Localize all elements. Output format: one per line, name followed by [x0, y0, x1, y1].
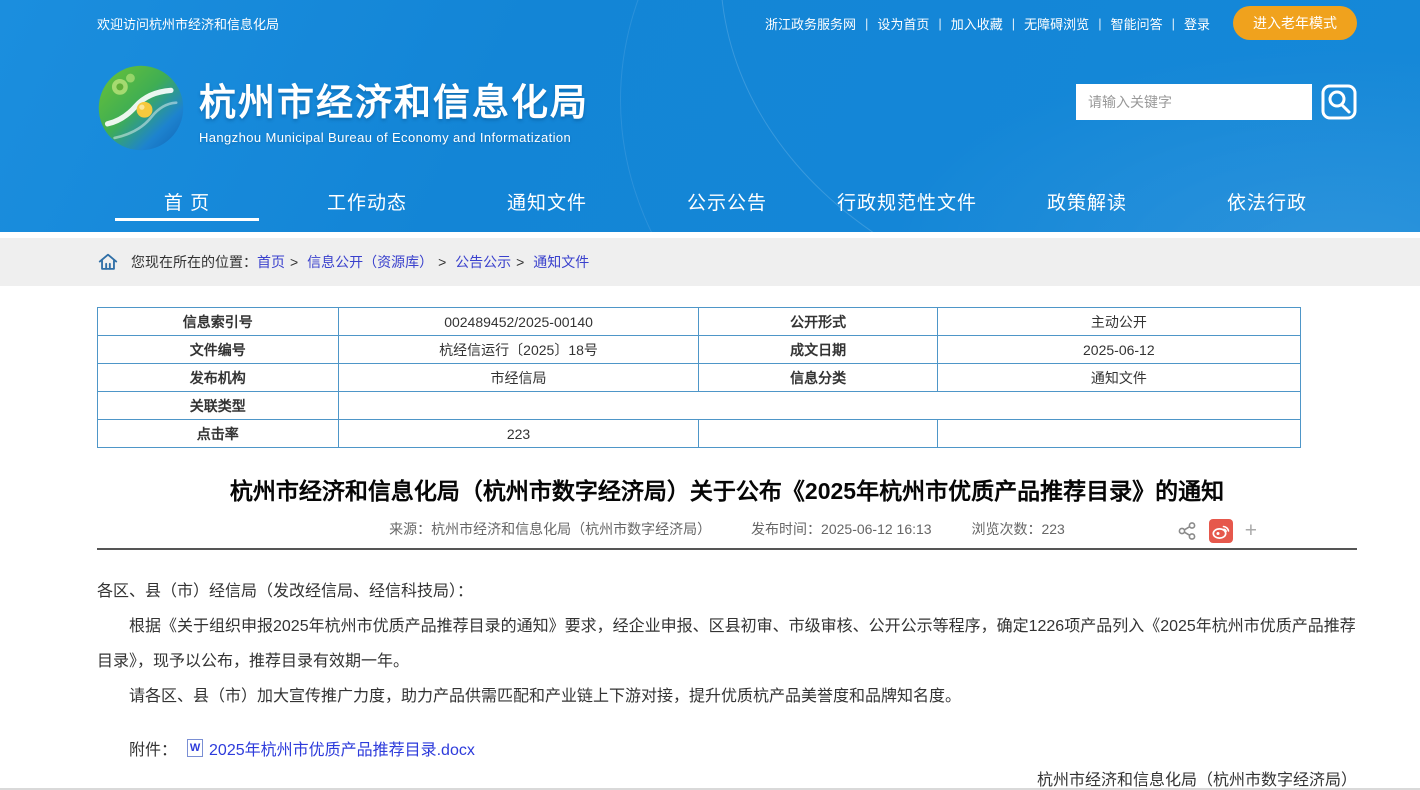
topbar-link-smart-qa[interactable]: 智能问答: [1111, 14, 1163, 33]
issue-date-label: 成文日期: [699, 336, 937, 364]
article-body: 各区、县（市）经信局（发改经信局、经信科技局）： 根据《关于组织申报2025年杭…: [97, 574, 1357, 714]
topbar-separator: |: [1012, 16, 1015, 31]
breadcrumb-link-info-disclosure[interactable]: 信息公开（资源库）: [307, 254, 433, 270]
table-row: 信息索引号 002489452/2025-00140 公开形式 主动公开: [98, 308, 1301, 336]
disclosure-form-value: 主动公开: [937, 308, 1300, 336]
document-number-value: 杭经信运行〔2025〕18号: [338, 336, 699, 364]
share-nodes-icon[interactable]: [1177, 521, 1197, 541]
topbar-link-set-homepage[interactable]: 设为首页: [877, 14, 929, 33]
info-category-label: 信息分类: [699, 364, 937, 392]
topbar: 欢迎访问杭州市经济和信息化局 浙江政务服务网 | 设为首页 | 加入收藏 | 无…: [97, 0, 1357, 46]
nav-active-underline: [115, 218, 259, 221]
document-number-label: 文件编号: [98, 336, 339, 364]
article-title: 杭州市经济和信息化局（杭州市数字经济局）关于公布《2025年杭州市优质产品推荐目…: [97, 476, 1357, 506]
nav-item-law-based-administration[interactable]: 依法行政: [1177, 170, 1357, 232]
publish-time-value: 2025-06-12 16:13: [821, 521, 932, 537]
topbar-separator: |: [1098, 16, 1101, 31]
topbar-links: 浙江政务服务网 | 设为首页 | 加入收藏 | 无障碍浏览 | 智能问答 | 登…: [765, 6, 1357, 40]
info-index-label: 信息索引号: [98, 308, 339, 336]
source-label: 来源：: [389, 521, 431, 537]
article-content: 信息索引号 002489452/2025-00140 公开形式 主动公开 文件编…: [97, 286, 1357, 790]
site-subtitle-english: Hangzhou Municipal Bureau of Economy and…: [199, 130, 589, 145]
topbar-separator: |: [865, 16, 868, 31]
attachment-link[interactable]: 2025年杭州市优质产品推荐目录.docx: [209, 736, 475, 760]
empty-cell: [699, 420, 937, 448]
breadcrumb: 您现在所在的位置： 首页 > 信息公开（资源库） > 公告公示 > 通知文件: [97, 238, 1357, 286]
breadcrumb-link-notice-documents[interactable]: 通知文件: [533, 254, 589, 270]
topbar-separator: |: [938, 16, 941, 31]
info-category-value: 通知文件: [937, 364, 1300, 392]
topbar-link-accessibility[interactable]: 无障碍浏览: [1024, 14, 1089, 33]
breadcrumb-separator: >: [516, 254, 524, 270]
issuing-agency-label: 发布机构: [98, 364, 339, 392]
click-rate-value: 223: [338, 420, 699, 448]
breadcrumb-separator: >: [438, 254, 446, 270]
search-icon: [1321, 84, 1357, 120]
nav-item-home[interactable]: 首 页: [97, 170, 277, 232]
views-label: 浏览次数：: [971, 521, 1041, 537]
nav-item-public-announcements[interactable]: 公示公告: [637, 170, 817, 232]
views-value: 223: [1041, 521, 1064, 537]
more-share-options-icon[interactable]: +: [1245, 521, 1257, 541]
search-input[interactable]: [1076, 84, 1312, 120]
table-row: 关联类型: [98, 392, 1301, 420]
site-header: 欢迎访问杭州市经济和信息化局 浙江政务服务网 | 设为首页 | 加入收藏 | 无…: [0, 0, 1420, 232]
nav-item-notice-documents[interactable]: 通知文件: [457, 170, 637, 232]
publish-time-field: 发布时间：2025-06-12 16:13: [751, 521, 932, 537]
weibo-share-icon[interactable]: [1209, 519, 1233, 543]
topbar-separator: |: [1172, 16, 1175, 31]
breadcrumb-prefix: 您现在所在的位置：: [131, 252, 257, 272]
topbar-link-login[interactable]: 登录: [1184, 14, 1210, 33]
elder-mode-button[interactable]: 进入老年模式: [1233, 6, 1357, 40]
disclosure-form-label: 公开形式: [699, 308, 937, 336]
article-signature: 杭州市经济和信息化局（杭州市数字经济局）: [97, 766, 1357, 790]
attachment-row: 附件： W 2025年杭州市优质产品推荐目录.docx: [97, 736, 1357, 760]
nav-item-administrative-normative-documents[interactable]: 行政规范性文件: [817, 170, 997, 232]
issue-date-value: 2025-06-12: [937, 336, 1300, 364]
main-navigation: 首 页 工作动态 通知文件 公示公告 行政规范性文件 政策解读: [97, 170, 1357, 232]
search-area: [1076, 84, 1357, 120]
article-meta: 来源：杭州市经济和信息化局（杭州市数字经济局） 发布时间：2025-06-12 …: [97, 519, 1357, 541]
attachment-label: 附件：: [129, 736, 177, 760]
table-row: 文件编号 杭经信运行〔2025〕18号 成文日期 2025-06-12: [98, 336, 1301, 364]
title-divider: [97, 548, 1357, 550]
table-row: 发布机构 市经信局 信息分类 通知文件: [98, 364, 1301, 392]
site-identity: 杭州市经济和信息化局 Hangzhou Municipal Bureau of …: [199, 72, 589, 145]
nav-item-policy-interpretation[interactable]: 政策解读: [997, 170, 1177, 232]
views-field: 浏览次数：223: [971, 521, 1064, 537]
article-paragraph: 各区、县（市）经信局（发改经信局、经信科技局）：: [97, 574, 1357, 609]
nav-item-work-dynamics[interactable]: 工作动态: [277, 170, 457, 232]
topbar-link-zhejiang-gov[interactable]: 浙江政务服务网: [765, 14, 856, 33]
info-index-value: 002489452/2025-00140: [338, 308, 699, 336]
source-value: 杭州市经济和信息化局（杭州市数字经济局）: [431, 521, 711, 537]
share-toolbar: +: [1177, 519, 1257, 543]
breadcrumb-bar: 您现在所在的位置： 首页 > 信息公开（资源库） > 公告公示 > 通知文件: [0, 238, 1420, 286]
welcome-text: 欢迎访问杭州市经济和信息化局: [97, 14, 279, 33]
site-title: 杭州市经济和信息化局: [199, 72, 589, 126]
related-type-value: [338, 392, 1300, 420]
topbar-link-add-favorite[interactable]: 加入收藏: [951, 14, 1003, 33]
publish-time-label: 发布时间：: [751, 521, 821, 537]
empty-cell: [937, 420, 1300, 448]
source-field: 来源：杭州市经济和信息化局（杭州市数字经济局）: [389, 521, 711, 537]
header-main: 杭州市经济和信息化局 Hangzhou Municipal Bureau of …: [97, 46, 1357, 170]
word-document-icon: W: [187, 739, 203, 757]
article-paragraph: 请各区、县（市）加大宣传推广力度，助力产品供需匹配和产业链上下游对接，提升优质杭…: [97, 679, 1357, 714]
home-icon[interactable]: [97, 251, 119, 273]
breadcrumb-link-home[interactable]: 首页: [257, 254, 285, 270]
breadcrumb-link-announcements[interactable]: 公告公示: [455, 254, 511, 270]
document-info-table: 信息索引号 002489452/2025-00140 公开形式 主动公开 文件编…: [97, 307, 1301, 448]
breadcrumb-separator: >: [290, 254, 298, 270]
bureau-logo-icon: [97, 64, 185, 152]
related-type-label: 关联类型: [98, 392, 339, 420]
table-row: 点击率 223: [98, 420, 1301, 448]
search-button[interactable]: [1321, 84, 1357, 120]
article-paragraph: 根据《关于组织申报2025年杭州市优质产品推荐目录的通知》要求，经企业申报、区县…: [97, 609, 1357, 679]
click-rate-label: 点击率: [98, 420, 339, 448]
issuing-agency-value: 市经信局: [338, 364, 699, 392]
